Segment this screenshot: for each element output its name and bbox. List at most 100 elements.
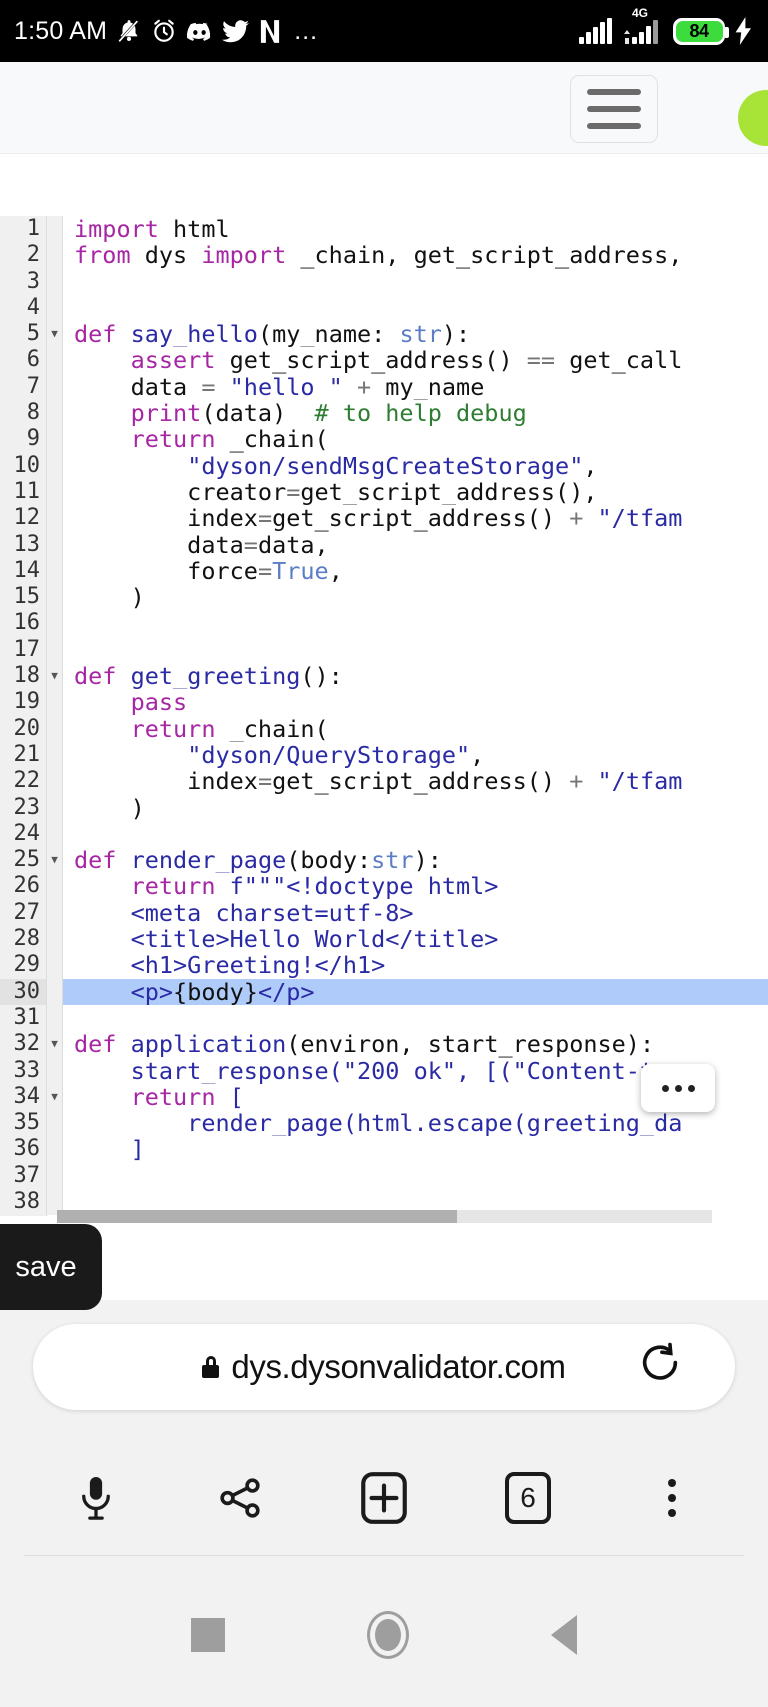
- code-text: def say_hello(my_name: str):: [74, 321, 471, 348]
- code-text: from dys import _chain, get_script_addre…: [74, 242, 683, 269]
- status-bar-left: 1:50 AM …: [14, 18, 579, 44]
- share-icon[interactable]: [201, 1459, 279, 1537]
- new-tab-icon[interactable]: [345, 1459, 423, 1537]
- code-line[interactable]: 25 ▼ def render_page(body:str):: [0, 847, 768, 874]
- code-line[interactable]: 35 render_page(html.escape(greeting_da: [0, 1110, 768, 1137]
- code-line[interactable]: 11 creator=get_script_address(),: [0, 478, 768, 506]
- code-text: assert get_script_address() == get_call: [130, 347, 683, 374]
- line-number: 3: [0, 268, 47, 295]
- battery-percent-label: 84: [689, 20, 709, 41]
- code-line[interactable]: 30 <p>{body}</p>: [0, 978, 768, 1005]
- tab-switcher-icon[interactable]: 6: [489, 1459, 567, 1537]
- line-number: 30: [0, 978, 47, 1005]
- overflow-menu-icon[interactable]: [633, 1459, 711, 1537]
- line-number: 35: [0, 1110, 47, 1137]
- line-context-menu-button[interactable]: [641, 1064, 715, 1112]
- code-line[interactable]: 1 import html: [0, 216, 768, 243]
- home-button[interactable]: [367, 1610, 409, 1659]
- code-line[interactable]: 2 from dys import _chain, get_script_add…: [0, 242, 768, 269]
- fold-spacer: [47, 689, 63, 716]
- code-line[interactable]: 15 ): [0, 584, 768, 611]
- code-line[interactable]: 5 ▼ def say_hello(my_name: str):: [0, 321, 768, 348]
- code-line[interactable]: 36 ]: [0, 1136, 768, 1163]
- code-line[interactable]: 32 ▼ def application(environ, start_respon…: [0, 1031, 768, 1058]
- url-bar[interactable]: dys.dysonvalidator.com: [33, 1324, 735, 1410]
- fold-toggle-icon[interactable]: ▼: [47, 847, 63, 874]
- scrollbar-thumb[interactable]: [57, 1210, 457, 1223]
- code-line[interactable]: 19 pass: [0, 689, 768, 716]
- code-text: ): [74, 794, 145, 821]
- fold-spacer: [47, 1004, 63, 1032]
- fold-spacer: [47, 426, 63, 453]
- code-text: print(data) # to help debug: [130, 400, 527, 427]
- code-line[interactable]: 7 data = "hello " + my_name: [0, 373, 768, 401]
- save-tooltip-label: save: [15, 1250, 77, 1283]
- code-text: return _chain(: [130, 715, 329, 742]
- browser-chrome: dys.dysonvalidator.com 6: [0, 1300, 768, 1707]
- code-line[interactable]: 21 "dyson/QueryStorage",: [0, 741, 768, 769]
- code-text: <title>Hello World</title>: [74, 926, 499, 953]
- line-number: 32: [0, 1031, 47, 1058]
- fold-spacer: [47, 899, 63, 927]
- code-line[interactable]: 24: [0, 820, 768, 848]
- code-line[interactable]: 10 "dyson/sendMsgCreateStorage",: [0, 452, 768, 479]
- code-line[interactable]: 26 return f"""<!doctype html>: [0, 873, 768, 900]
- line-number: 21: [0, 741, 47, 769]
- line-number: 4: [0, 294, 47, 322]
- fold-toggle-icon[interactable]: ▼: [47, 663, 63, 690]
- browser-toolbar: 6: [0, 1440, 768, 1555]
- code-line[interactable]: 27 <meta charset=utf-8>: [0, 899, 768, 927]
- fold-toggle-icon[interactable]: ▼: [47, 321, 63, 348]
- code-line[interactable]: 22 index=get_script_address() + "/tfam: [0, 768, 768, 795]
- code-line[interactable]: 3: [0, 268, 768, 295]
- code-line[interactable]: 31: [0, 1004, 768, 1032]
- line-number: 13: [0, 531, 47, 558]
- back-button[interactable]: [551, 1614, 577, 1655]
- line-number: 19: [0, 689, 47, 716]
- code-line[interactable]: 29 <h1>Greeting!</h1>: [0, 952, 768, 979]
- line-number: 33: [0, 1057, 47, 1084]
- code-line[interactable]: 4: [0, 294, 768, 322]
- line-number: 10: [0, 452, 47, 479]
- fold-spacer: [47, 820, 63, 848]
- code-line[interactable]: 16: [0, 610, 768, 637]
- netflix-icon: [258, 19, 282, 44]
- toolbar-divider: [24, 1555, 744, 1556]
- microphone-icon[interactable]: [57, 1459, 135, 1537]
- fold-spacer: [47, 584, 63, 611]
- code-line[interactable]: 6 assert get_script_address() == get_cal…: [0, 347, 768, 374]
- code-line[interactable]: 12 index=get_script_address() + "/tfam: [0, 505, 768, 532]
- line-number: 24: [0, 820, 47, 848]
- code-line[interactable]: 28 <title>Hello World</title>: [0, 926, 768, 953]
- fold-toggle-icon[interactable]: ▼: [47, 1031, 63, 1058]
- hamburger-menu-icon[interactable]: [570, 75, 658, 143]
- line-number: 18: [0, 663, 47, 690]
- code-line[interactable]: 13 data=data,: [0, 531, 768, 558]
- code-text: creator=get_script_address(),: [74, 478, 598, 506]
- recents-button[interactable]: [191, 1617, 225, 1652]
- line-number: 17: [0, 636, 47, 664]
- fold-spacer: [47, 1162, 63, 1189]
- code-line[interactable]: 23 ): [0, 794, 768, 821]
- code-line[interactable]: 9 return _chain(: [0, 426, 768, 453]
- code-line[interactable]: 20 return _chain(: [0, 715, 768, 742]
- code-line[interactable]: 37: [0, 1162, 768, 1189]
- android-navigation-bar: [0, 1562, 768, 1707]
- bell-muted-icon: [116, 18, 142, 44]
- fold-spacer: [47, 216, 63, 243]
- fold-toggle-icon[interactable]: ▼: [47, 1083, 63, 1111]
- fold-spacer: [47, 636, 63, 664]
- fold-spacer: [47, 1110, 63, 1137]
- code-line[interactable]: 14 force=True,: [0, 557, 768, 585]
- line-number: 23: [0, 794, 47, 821]
- code-line[interactable]: 18 ▼ def get_greeting():: [0, 663, 768, 690]
- editor-horizontal-scrollbar[interactable]: [57, 1210, 712, 1223]
- reload-icon[interactable]: [637, 1342, 683, 1393]
- code-line[interactable]: 8 print(data) # to help debug: [0, 400, 768, 427]
- code-text: "dyson/QueryStorage",: [187, 741, 485, 769]
- line-number: 27: [0, 899, 47, 927]
- fold-spacer: [47, 926, 63, 953]
- line-number: 9: [0, 426, 47, 453]
- code-line[interactable]: 17: [0, 636, 768, 664]
- save-tooltip[interactable]: save: [0, 1224, 102, 1310]
